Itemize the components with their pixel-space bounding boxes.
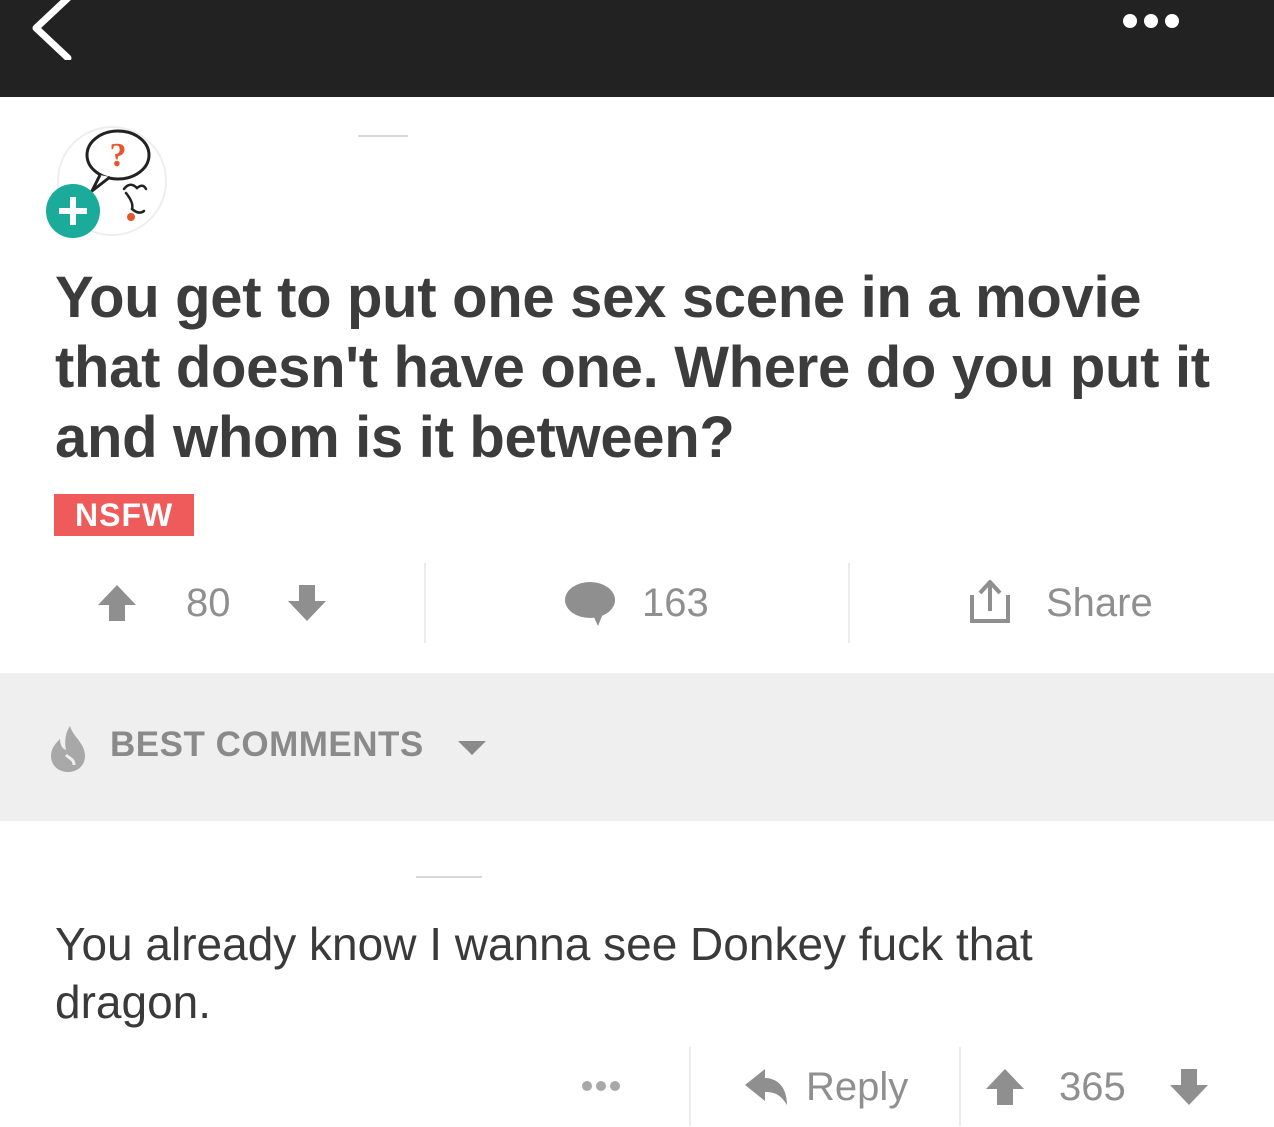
action-divider: [959, 1047, 961, 1126]
reply-arrow-icon: [745, 1069, 787, 1105]
post-action-bar: 80 163 Share: [0, 563, 1274, 643]
subreddit-avatar-icon: ?: [46, 126, 167, 238]
back-button[interactable]: [22, 0, 82, 62]
comment-action-bar: Reply 365: [0, 1047, 1274, 1126]
comment: You already know I wanna see Donkey fuck…: [0, 821, 1274, 1126]
comment-body: You already know I wanna see Donkey fuck…: [55, 918, 1033, 1028]
post-score: 80: [186, 581, 231, 625]
ellipsis-icon: [1123, 14, 1179, 28]
comment-count: 163: [642, 581, 709, 625]
comments-button[interactable]: 163: [426, 563, 848, 643]
reply-label: Reply: [806, 1065, 909, 1109]
more-options-button[interactable]: [1112, 4, 1192, 40]
flame-icon: [51, 726, 85, 772]
downvote-arrow-icon[interactable]: [1168, 1067, 1210, 1107]
share-label: Share: [1046, 581, 1153, 625]
comment-username-placeholder: [416, 876, 482, 878]
caret-down-icon: [458, 741, 486, 755]
svg-text:?: ?: [110, 137, 127, 174]
comments-sort-bar[interactable]: BEST COMMENTS: [0, 673, 1274, 821]
upvote-arrow-icon[interactable]: [984, 1067, 1026, 1107]
nsfw-badge: NSFW: [54, 494, 195, 536]
reply-button[interactable]: Reply: [691, 1047, 959, 1126]
share-icon: [970, 580, 1010, 623]
speech-bubble-icon: [565, 582, 615, 626]
downvote-arrow-icon[interactable]: [286, 583, 328, 623]
subreddit-avatar[interactable]: ?: [42, 123, 167, 243]
ellipsis-icon[interactable]: [580, 1079, 622, 1093]
share-button[interactable]: Share: [850, 563, 1274, 643]
post: ? You get to put one sex scene in a movi…: [0, 97, 1274, 673]
sort-label: BEST COMMENTS: [110, 725, 424, 764]
post-title[interactable]: You get to put one sex scene in a movie …: [55, 263, 1235, 473]
top-bar: [0, 0, 1274, 97]
chevron-left-icon: [32, 0, 72, 62]
comment-score: 365: [1059, 1065, 1126, 1109]
upvote-arrow-icon[interactable]: [96, 583, 138, 623]
post-vote-group: 80: [0, 563, 425, 643]
username-placeholder: [358, 135, 408, 137]
